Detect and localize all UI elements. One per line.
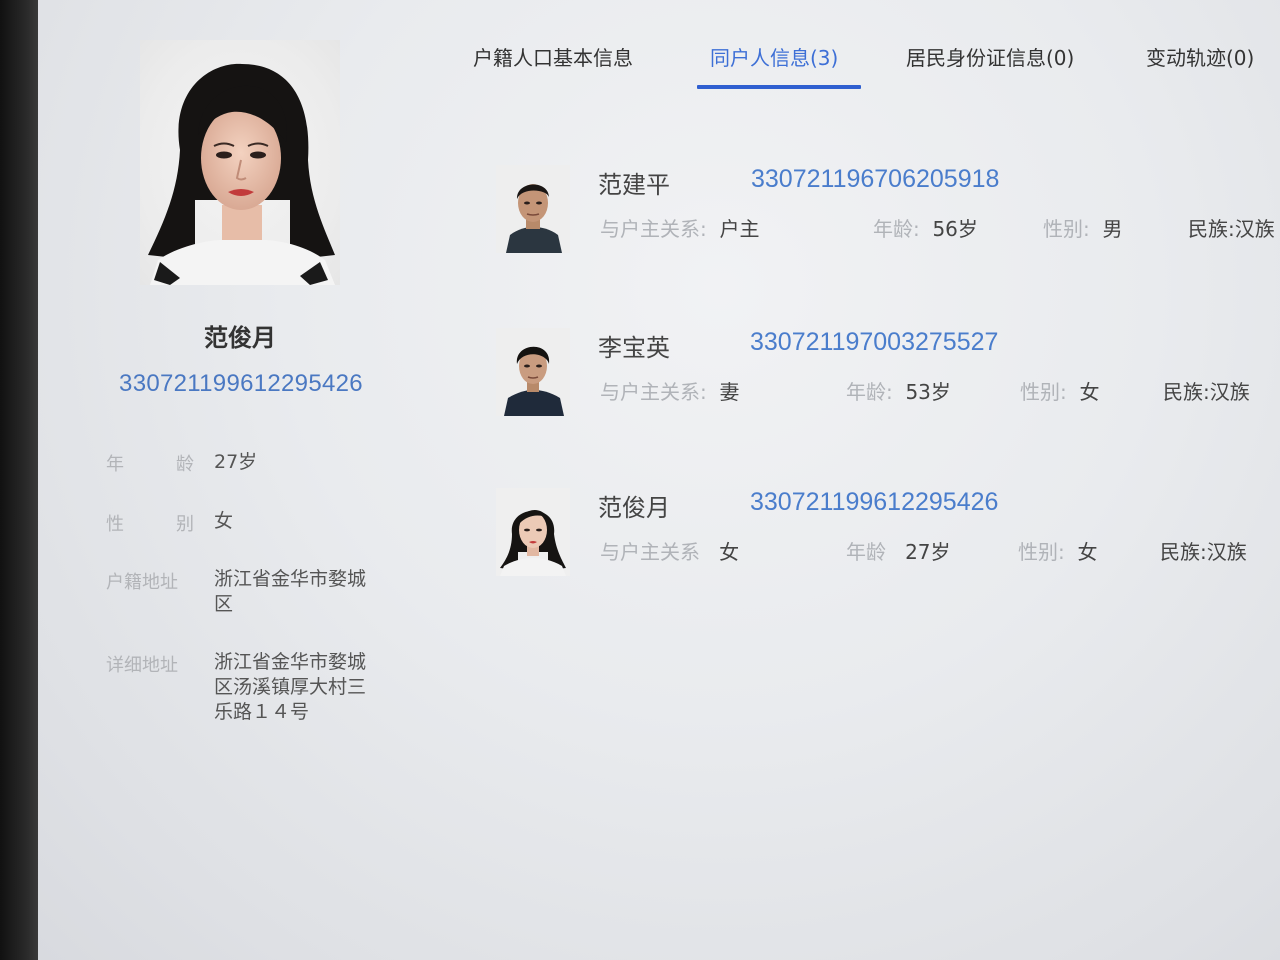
gender-label: 性别 <box>1043 217 1083 241</box>
member-id-number[interactable]: 330721197003275527 <box>750 328 998 357</box>
profile-name: 范俊月 <box>204 323 276 352</box>
relation-label: 与户主关系 <box>600 217 700 241</box>
age-value: 27岁 <box>214 451 258 473</box>
detailed-address-label: 详细地址 <box>106 655 178 676</box>
gender-label: 性别 <box>1018 540 1058 564</box>
ethnicity-value: 民族:汉族 <box>1160 540 1247 564</box>
age-label-char-2: 龄 <box>176 454 194 475</box>
relation-label: 与户主关系 <box>600 540 700 564</box>
active-tab-indicator <box>697 85 861 89</box>
gender-label: 性 别 <box>106 510 194 536</box>
member-photo <box>496 165 570 253</box>
tab-household-members[interactable]: 同户人信息(3) <box>710 42 838 71</box>
member-ethnicity: 民族:汉族 <box>1160 536 1247 565</box>
gender-label-char-1: 性 <box>106 514 124 535</box>
member-name: 范建平 <box>598 171 670 199</box>
member-relation: 与户主关系: 妻 <box>600 380 740 404</box>
ethnicity-value: 民族:汉族 <box>1188 217 1275 241</box>
member-photo <box>496 488 570 576</box>
member-age: 年龄 27岁 <box>846 536 951 565</box>
relation-label: 与户主关系 <box>600 380 700 404</box>
member-row[interactable]: 李宝英 330721197003275527 与户主关系: 妻 年龄: 53岁 … <box>488 328 1280 438</box>
gender-value: 女 <box>1077 540 1098 564</box>
portrait-image <box>148 63 335 285</box>
age-label-char-1: 年 <box>106 454 124 475</box>
age-label: 年龄 <box>873 217 913 241</box>
tab-household-basic-info[interactable]: 户籍人口基本信息 <box>473 42 633 71</box>
member-id-number[interactable]: 330721196706205918 <box>751 165 999 194</box>
age-label: 年龄 <box>846 540 886 564</box>
gender-label: 性别 <box>1020 380 1060 404</box>
gender-value: 女 <box>1079 380 1100 404</box>
member-ethnicity: 民族:汉族 <box>1163 376 1250 405</box>
member-relation: 与户主关系 女 <box>600 536 739 565</box>
tab-change-history[interactable]: 变动轨迹(0) <box>1146 42 1254 71</box>
member-age: 年龄: 56岁 <box>873 217 978 241</box>
member-name: 李宝英 <box>598 334 670 362</box>
record-view: 范俊月 330721199612295426 年 龄 27岁 性 别 女 户籍地… <box>38 0 1280 960</box>
member-row[interactable]: 范建平 330721196706205918 与户主关系: 户主 年龄: 56岁… <box>488 165 1280 275</box>
monitor-bezel <box>0 0 38 960</box>
member-gender: 性别: 女 <box>1020 380 1100 404</box>
age-label: 年龄 <box>846 380 886 404</box>
member-gender: 性别: 男 <box>1043 217 1123 241</box>
gender-label-char-2: 别 <box>176 514 194 535</box>
registered-address-value: 浙江省金华市婺城区 <box>214 568 367 615</box>
age-value: 53岁 <box>905 380 951 404</box>
relation-value: 女 <box>719 540 740 564</box>
tab-id-card-info[interactable]: 居民身份证信息(0) <box>906 42 1074 71</box>
member-photo <box>496 328 570 416</box>
member-name: 范俊月 <box>598 494 670 522</box>
profile-id-number[interactable]: 330721199612295426 <box>38 370 444 398</box>
portrait-image <box>496 165 570 253</box>
detailed-address-value: 浙江省金华市婺城区汤溪镇厚大村三乐路１４号 <box>214 651 367 723</box>
age-value: 27岁 <box>905 540 951 564</box>
portrait-image <box>496 488 570 576</box>
ethnicity-value: 民族:汉族 <box>1163 380 1250 404</box>
member-age: 年龄: 53岁 <box>846 380 951 404</box>
member-id-number[interactable]: 330721199612295426 <box>750 488 998 517</box>
age-label: 年 龄 <box>106 450 194 476</box>
member-gender: 性别: 女 <box>1018 540 1098 564</box>
gender-value: 男 <box>1102 217 1123 241</box>
portrait-image <box>496 328 570 416</box>
age-value: 56岁 <box>932 217 978 241</box>
member-row[interactable]: 范俊月 330721199612295426 与户主关系 女 年龄 27岁 性别… <box>488 488 1280 598</box>
gender-value: 女 <box>214 510 234 532</box>
registered-address-label: 户籍地址 <box>106 572 178 593</box>
relation-value: 妻 <box>719 380 740 404</box>
relation-value: 户主 <box>719 217 760 241</box>
member-relation: 与户主关系: 户主 <box>600 217 760 241</box>
profile-photo <box>140 40 340 285</box>
member-ethnicity: 民族:汉族 <box>1188 213 1275 242</box>
